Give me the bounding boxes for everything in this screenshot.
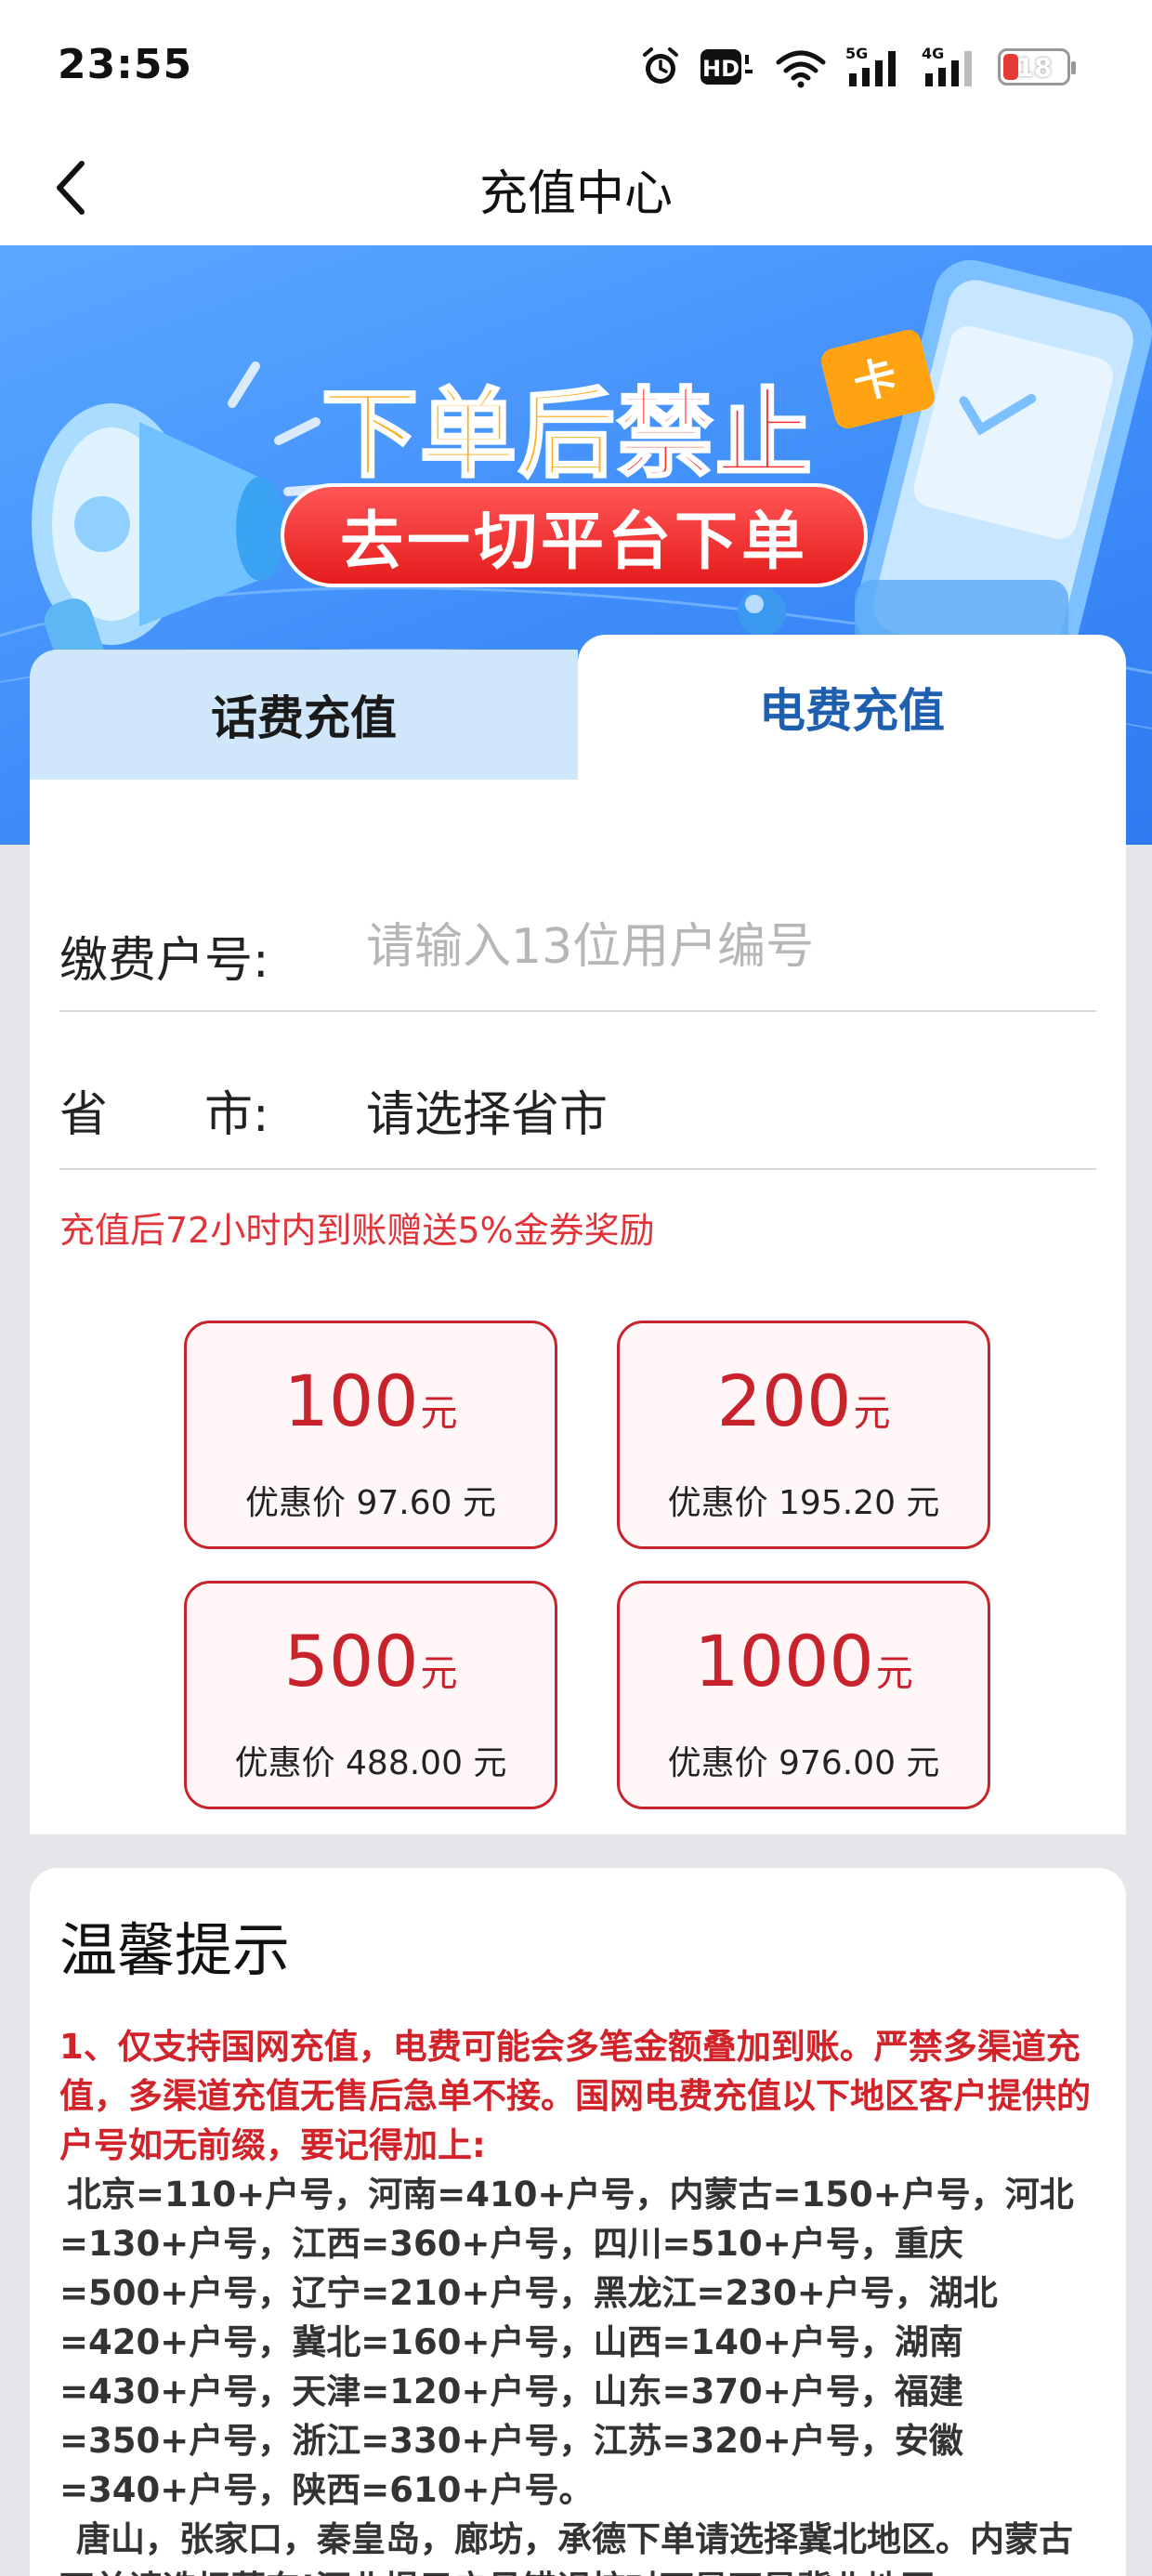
tips-warning: 1、仅支持国网充值，电费可能会多笔金额叠加到账。严禁多渠道充值，多渠道充值无售后… <box>59 2027 1091 2165</box>
amount-unit: 元 <box>420 1652 458 1695</box>
amount-value: 200 <box>716 1360 852 1442</box>
status-icons: HD 5G 4G 18 <box>639 41 1076 93</box>
amount-option-1000[interactable]: 1000元 优惠价 976.00 元 <box>617 1581 990 1809</box>
banner-headline: 下单后禁止 <box>320 355 815 495</box>
amount-value: 500 <box>283 1620 419 1702</box>
net-5g-label: 5G <box>845 46 868 62</box>
tab-phone-recharge[interactable]: 话费充值 <box>30 650 578 780</box>
account-input[interactable] <box>366 910 1072 984</box>
account-row: 缴费户号: <box>59 873 1096 1012</box>
hd-label: HD <box>702 56 740 82</box>
amount-unit: 元 <box>420 1392 458 1435</box>
region-select[interactable]: 请选择省市 <box>366 1075 608 1145</box>
battery-level: 18 <box>1015 51 1053 83</box>
region-row[interactable]: 省 市: 请选择省市 <box>59 1012 1096 1170</box>
tips-card: 温馨提示 1、仅支持国网充值，电费可能会多笔金额叠加到账。严禁多渠道充值，多渠道… <box>30 1868 1126 2576</box>
tab-electric-recharge[interactable]: 电费充值 <box>578 635 1126 780</box>
promo-text: 充值后72小时内到账赠送5%金券奖励 <box>59 1210 655 1251</box>
status-bar: 23:55 HD 5G 4G 18 <box>0 0 1152 130</box>
phone-illustration-icon <box>855 259 1152 687</box>
wifi-icon <box>776 50 826 88</box>
tips-title: 温馨提示 <box>59 1916 291 1984</box>
amount-price: 优惠价 97.60 元 <box>245 1484 496 1522</box>
recharge-form-card: 缴费户号: 省 市: 请选择省市 充值后72小时内到账赠送5%金券奖励 100元… <box>30 780 1126 1834</box>
tips-region-codes: 北京=110+户号，河南=410+户号，内蒙古=150+户号，河北=130+户号… <box>59 2175 1074 2510</box>
status-time: 23:55 <box>58 41 193 88</box>
amount-price: 优惠价 976.00 元 <box>667 1744 940 1782</box>
amount-option-100[interactable]: 100元 优惠价 97.60 元 <box>184 1321 557 1549</box>
banner-pill: 去一切平台下单 <box>281 483 868 587</box>
amount-price: 优惠价 195.20 元 <box>667 1484 940 1522</box>
alarm-icon <box>643 47 678 84</box>
signal-5g-icon: 5G <box>845 46 896 86</box>
nav-bar: 充值中心 <box>0 130 1152 245</box>
signal-4g-icon: 4G <box>922 46 972 86</box>
banner-headline-part1: 下单后 <box>320 376 618 493</box>
amount-unit: 元 <box>875 1652 913 1695</box>
tips-region-note: 唐山，张家口，秦皇岛，廊坊，承德下单请选择冀北地区。内蒙古下单请选择蒙东!河北提… <box>59 2519 1073 2576</box>
amount-unit: 元 <box>853 1392 891 1435</box>
banner-headline-part2: 禁止 <box>616 376 815 493</box>
region-label: 省 市: <box>59 1087 269 1143</box>
net-4g-label: 4G <box>922 46 944 62</box>
amount-option-200[interactable]: 200元 优惠价 195.20 元 <box>617 1321 990 1549</box>
amount-option-500[interactable]: 500元 优惠价 488.00 元 <box>184 1581 557 1809</box>
battery-icon: 18 <box>998 48 1076 85</box>
page-title: 充值中心 <box>478 166 673 222</box>
amount-price: 优惠价 488.00 元 <box>234 1744 507 1782</box>
banner-subline: 去一切平台下单 <box>339 505 808 579</box>
tips-body: 1、仅支持国网充值，电费可能会多笔金额叠加到账。严禁多渠道充值，多渠道充值无售后… <box>59 2022 1100 2576</box>
hd-icon: HD <box>700 49 753 85</box>
amount-value: 100 <box>283 1360 419 1442</box>
amount-value: 1000 <box>694 1620 874 1702</box>
recharge-tabs: 话费充值 电费充值 <box>30 635 1126 780</box>
account-label: 缴费户号: <box>59 933 269 989</box>
tab-phone-label: 话费充值 <box>211 691 397 745</box>
tab-electric-label: 电费充值 <box>759 684 945 738</box>
